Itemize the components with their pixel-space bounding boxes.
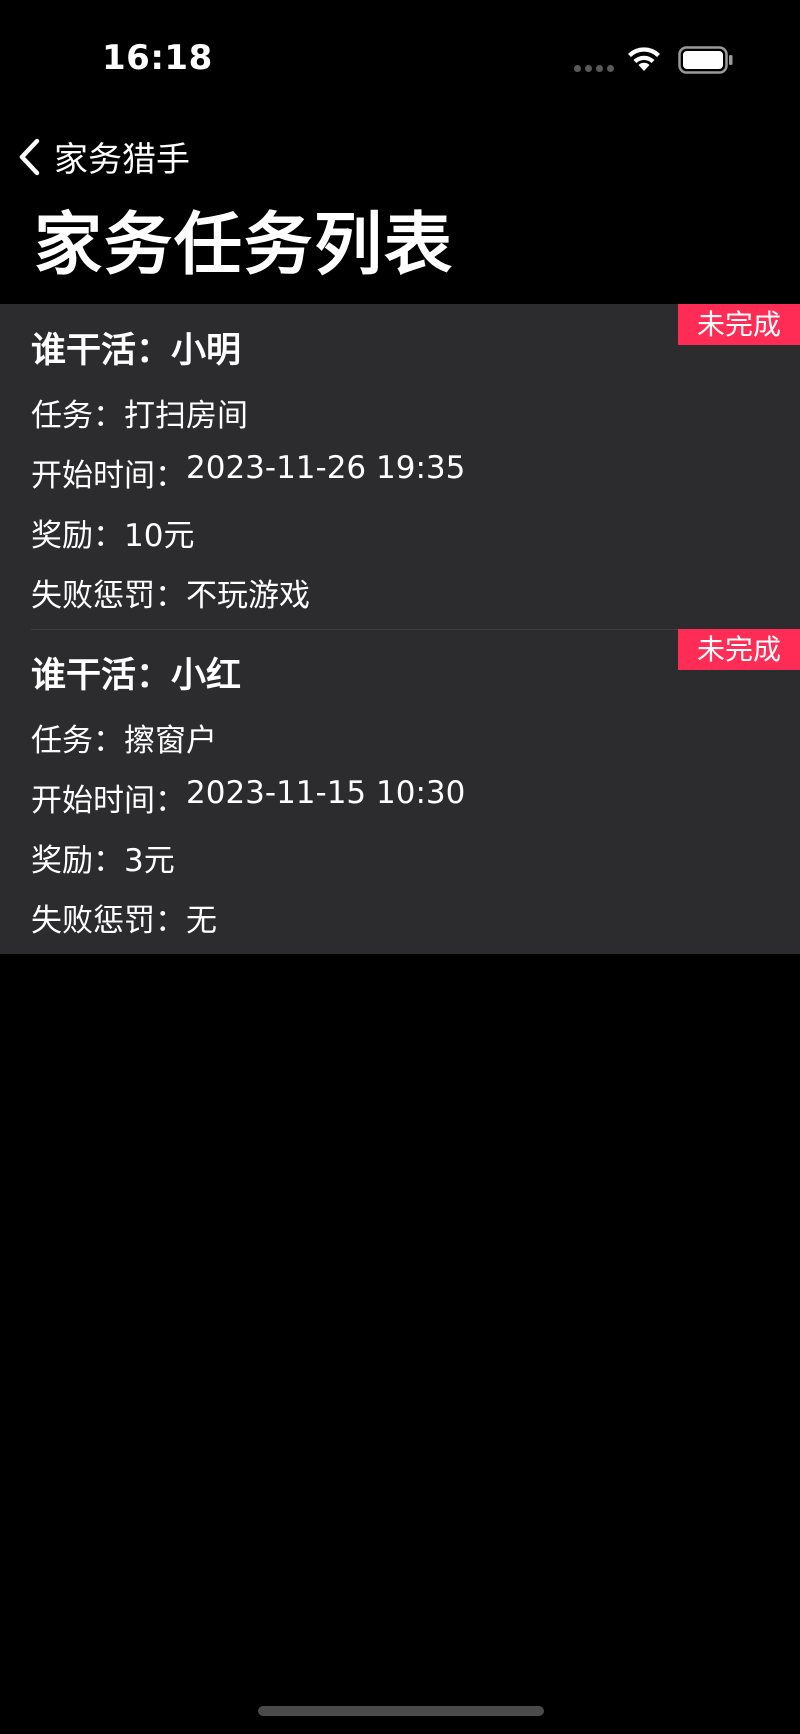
start-time-value: 2023-11-26 19:35 [186,450,466,486]
task-penalty: 失败惩罚： 无 [31,895,217,940]
task-value: 擦窗户 [124,723,217,759]
worker-value: 小红 [171,656,242,696]
worker-value: 小明 [171,331,242,371]
battery-icon [678,46,733,74]
reward-value: 3元 [124,843,175,879]
task-name: 任务： 擦窗户 [31,715,217,760]
task-card[interactable]: 未完成 谁干活： 小明 任务： 打扫房间 开始时间： 2023-11-26 19… [0,304,800,629]
penalty-value: 无 [186,903,217,939]
status-badge: 未完成 [678,304,800,345]
chevron-left-icon [19,138,40,175]
start-time-value: 2023-11-15 10:30 [186,775,466,811]
status-time: 16:18 [102,38,213,78]
reward-label: 奖励： [31,518,124,554]
task-card[interactable]: 未完成 谁干活： 小红 任务： 擦窗户 开始时间： 2023-11-15 10:… [0,629,800,954]
task-worker: 谁干活： 小明 [31,322,241,373]
task-value: 打扫房间 [124,398,248,434]
task-worker: 谁干活： 小红 [31,647,241,698]
wifi-icon [628,47,660,71]
task-reward: 奖励： 3元 [31,835,175,880]
task-name: 任务： 打扫房间 [31,390,248,435]
worker-label: 谁干活： [31,656,172,696]
start-time-label: 开始时间： [31,783,186,819]
task-penalty: 失败惩罚： 不玩游戏 [31,570,310,615]
navigation-bar: 家务猎手 [0,120,800,190]
penalty-value: 不玩游戏 [186,578,310,614]
task-label: 任务： [31,398,124,434]
task-start-time: 开始时间： 2023-11-26 19:35 [31,450,465,495]
reward-label: 奖励： [31,843,124,879]
status-badge: 未完成 [678,629,800,670]
status-bar: 16:18 [0,0,800,110]
penalty-label: 失败惩罚： [31,578,186,614]
page-title: 家务任务列表 [34,206,455,285]
back-button[interactable]: 家务猎手 [16,132,190,181]
cellular-signal-icon [574,65,614,72]
task-reward: 奖励： 10元 [31,510,194,555]
back-label: 家务猎手 [54,140,190,180]
task-label: 任务： [31,723,124,759]
worker-label: 谁干活： [31,331,172,371]
penalty-label: 失败惩罚： [31,903,186,939]
start-time-label: 开始时间： [31,458,186,494]
task-list: 未完成 谁干活： 小明 任务： 打扫房间 开始时间： 2023-11-26 19… [0,304,800,954]
task-start-time: 开始时间： 2023-11-15 10:30 [31,775,465,820]
home-indicator[interactable] [258,1706,544,1716]
reward-value: 10元 [124,518,195,554]
